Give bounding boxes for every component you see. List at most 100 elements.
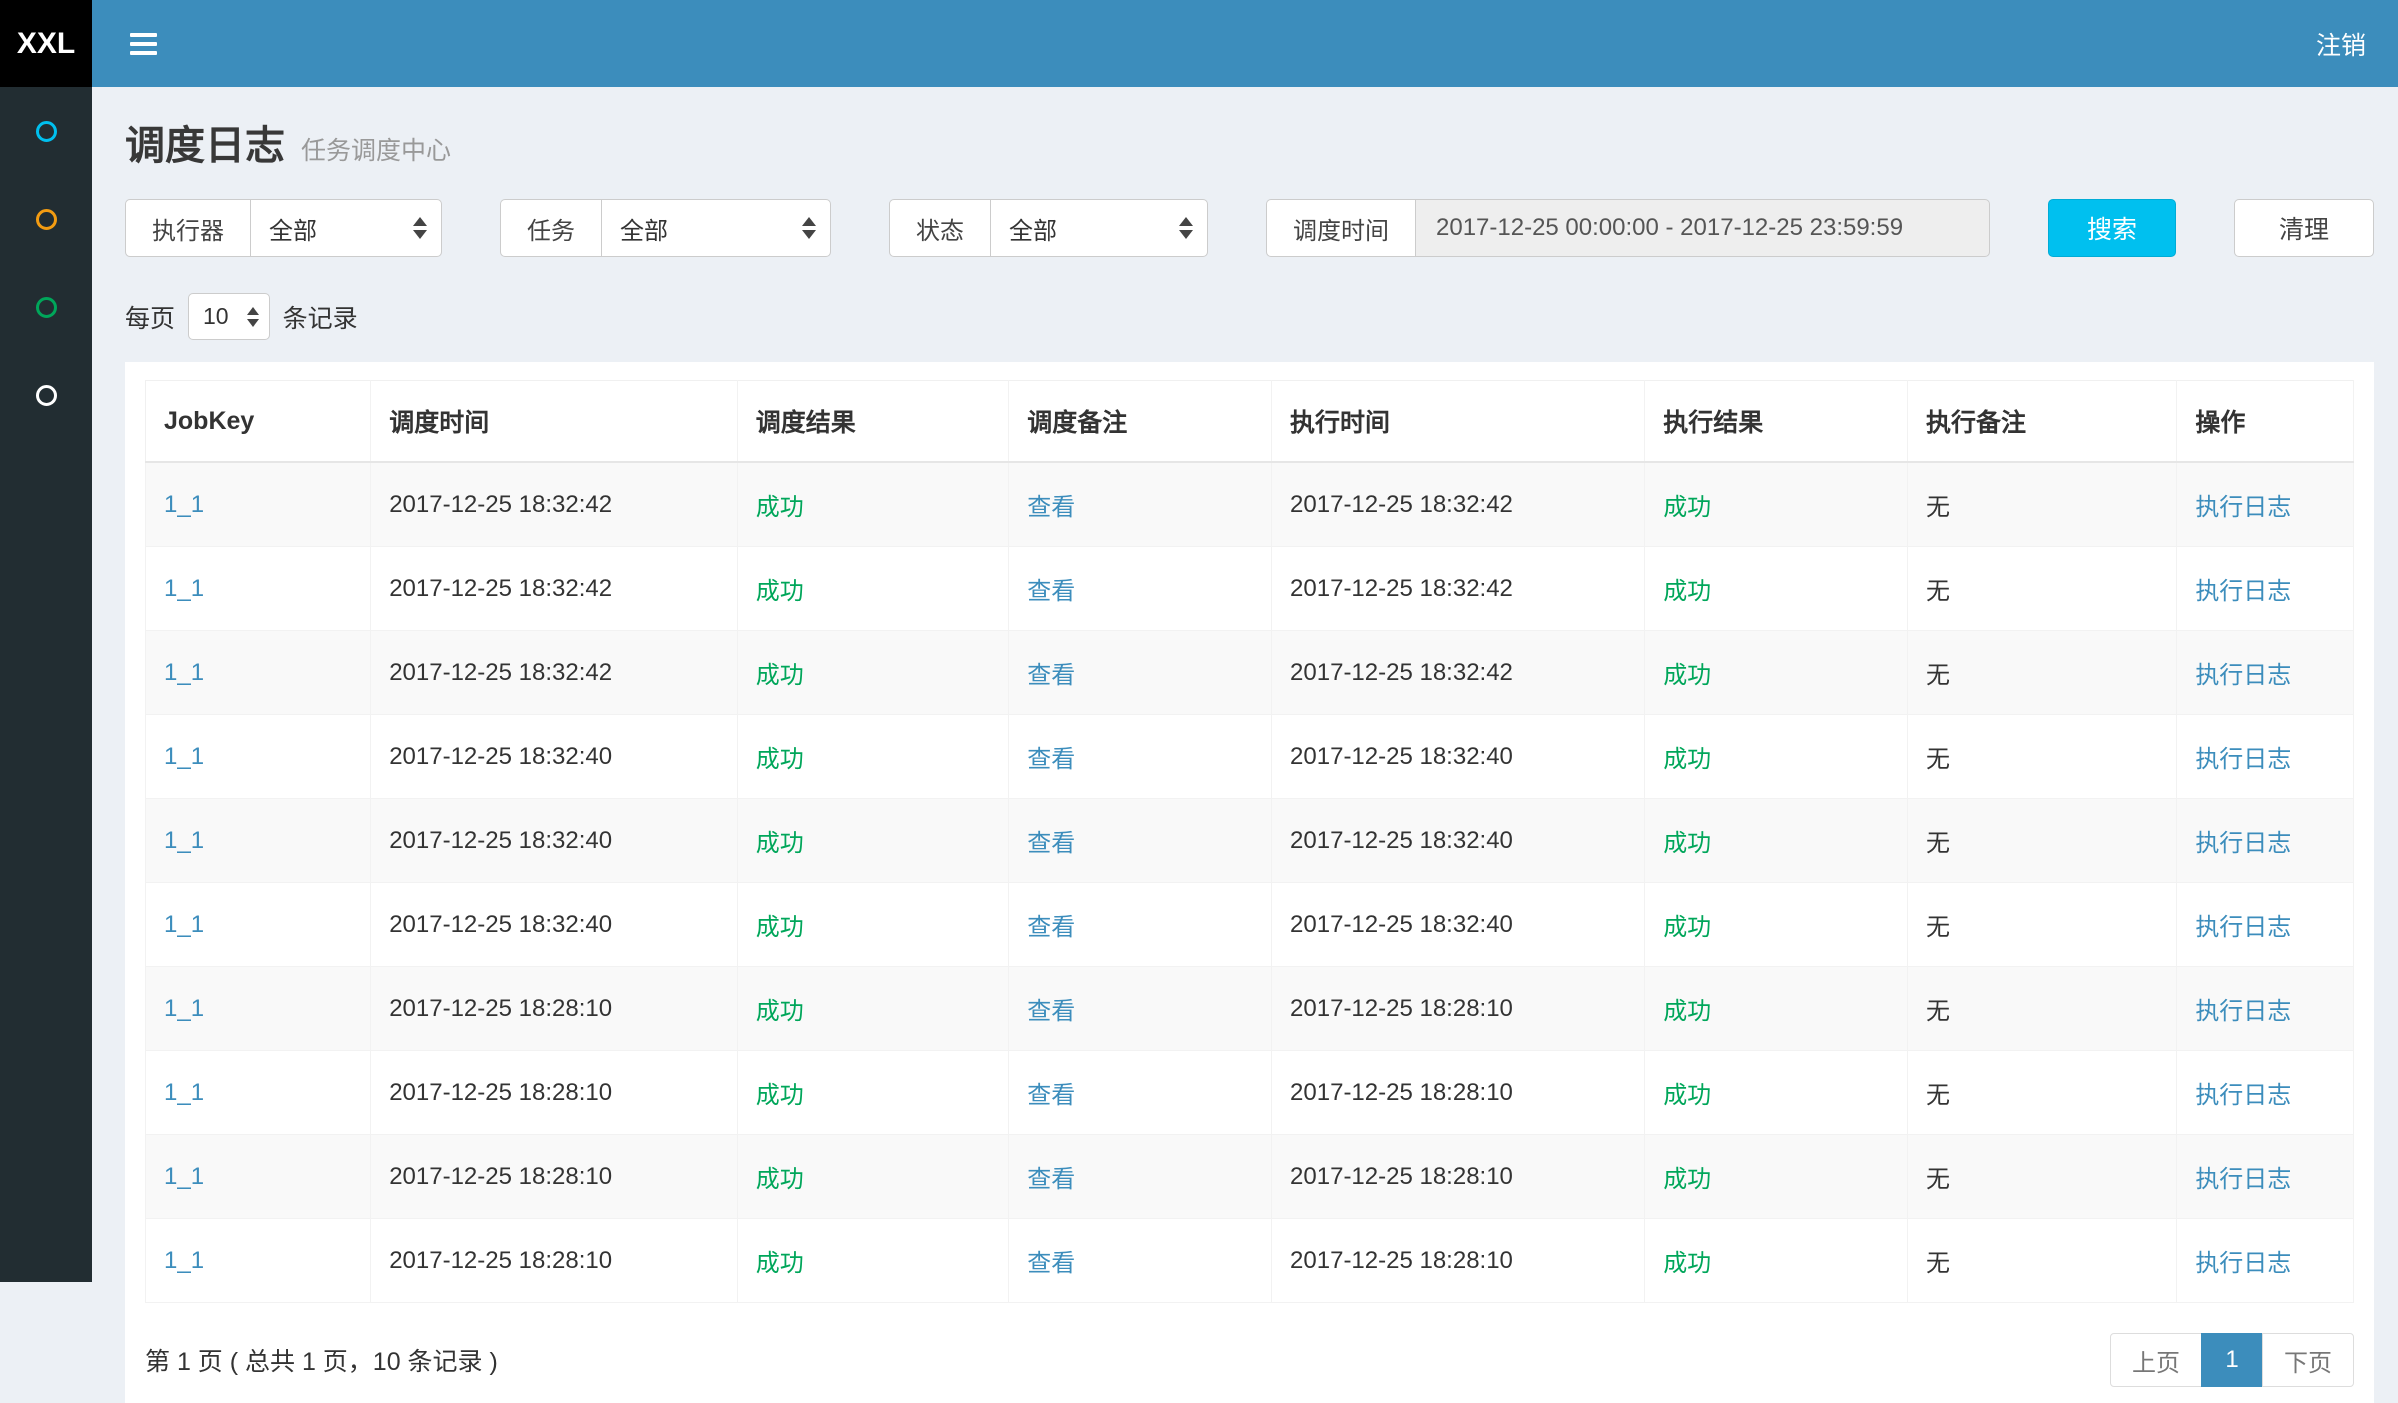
sched-remark-link[interactable]: 查看: [1027, 494, 1075, 521]
sidebar-item-menu-2[interactable]: [0, 175, 92, 263]
jobkey-link[interactable]: 1_1: [164, 491, 204, 518]
main-content: 调度日志 任务调度中心 执行器 全部 任务 全部 状态 全部: [92, 87, 2398, 1403]
sched-remark-link[interactable]: 查看: [1027, 1166, 1075, 1193]
sidebar-item-menu-3[interactable]: [0, 263, 92, 351]
executor-select[interactable]: 全部: [250, 199, 442, 257]
jobkey-link[interactable]: 1_1: [164, 995, 204, 1022]
cell-action: 执行日志: [2177, 715, 2354, 799]
cell-exec-time: 2017-12-25 18:28:10: [1272, 967, 1645, 1051]
jobkey-link[interactable]: 1_1: [164, 1163, 204, 1190]
select-arrows-icon: [802, 217, 816, 239]
cell-exec-remark: 无: [1907, 631, 2176, 715]
search-button[interactable]: 搜索: [2048, 199, 2176, 257]
cell-sched-remark: 查看: [1009, 967, 1272, 1051]
exec-result-text: 成功: [1663, 494, 1711, 521]
log-table-header-row: JobKey调度时间调度结果调度备注执行时间执行结果执行备注操作: [146, 381, 2354, 463]
cell-exec-time: 2017-12-25 18:28:10: [1272, 1219, 1645, 1303]
sched-remark-link[interactable]: 查看: [1027, 662, 1075, 689]
clear-button[interactable]: 清理: [2234, 199, 2374, 257]
exec-log-link[interactable]: 执行日志: [2195, 746, 2291, 773]
column-header: 调度时间: [371, 381, 738, 463]
sched-remark-link[interactable]: 查看: [1027, 914, 1075, 941]
time-range-input[interactable]: [1415, 199, 1990, 257]
hamburger-icon: [130, 33, 157, 55]
column-header: 执行结果: [1645, 381, 1908, 463]
exec-log-link[interactable]: 执行日志: [2195, 578, 2291, 605]
cell-sched-result: 成功: [737, 1051, 1009, 1135]
exec-result-text: 成功: [1663, 746, 1711, 773]
page-size-suffix: 条记录: [283, 299, 358, 335]
next-page-button[interactable]: 下页: [2262, 1333, 2354, 1387]
sched-result-text: 成功: [756, 1250, 804, 1277]
exec-result-text: 成功: [1663, 998, 1711, 1025]
cell-action: 执行日志: [2177, 1219, 2354, 1303]
sidebar-item-menu-1[interactable]: [0, 87, 92, 175]
exec-log-link[interactable]: 执行日志: [2195, 662, 2291, 689]
sched-result-text: 成功: [756, 998, 804, 1025]
sched-remark-link[interactable]: 查看: [1027, 578, 1075, 605]
exec-result-text: 成功: [1663, 578, 1711, 605]
cell-sched-result: 成功: [737, 1219, 1009, 1303]
cell-sched-time: 2017-12-25 18:32:40: [371, 715, 738, 799]
cell-action: 执行日志: [2177, 1051, 2354, 1135]
circle-icon: [36, 209, 57, 230]
job-select[interactable]: 全部: [601, 199, 831, 257]
cell-sched-remark: 查看: [1009, 883, 1272, 967]
cell-sched-result: 成功: [737, 883, 1009, 967]
cell-exec-time: 2017-12-25 18:32:40: [1272, 715, 1645, 799]
cell-exec-remark: 无: [1907, 1135, 2176, 1219]
cell-exec-remark: 无: [1907, 715, 2176, 799]
cell-exec-result: 成功: [1645, 1219, 1908, 1303]
cell-sched-time: 2017-12-25 18:28:10: [371, 1051, 738, 1135]
table-row: 1_1 2017-12-25 18:28:10 成功 查看 2017-12-25…: [146, 1051, 2354, 1135]
job-filter-label: 任务: [500, 199, 601, 257]
status-filter-label: 状态: [889, 199, 990, 257]
page-size-select[interactable]: 10: [188, 293, 270, 340]
top-navbar: XXL 注销: [0, 0, 2398, 87]
exec-log-link[interactable]: 执行日志: [2195, 998, 2291, 1025]
prev-page-button[interactable]: 上页: [2110, 1333, 2202, 1387]
jobkey-link[interactable]: 1_1: [164, 575, 204, 602]
jobkey-link[interactable]: 1_1: [164, 659, 204, 686]
jobkey-link[interactable]: 1_1: [164, 827, 204, 854]
sched-remark-link[interactable]: 查看: [1027, 1250, 1075, 1277]
sidebar-toggle-button[interactable]: [126, 25, 161, 63]
column-header: 调度结果: [737, 381, 1009, 463]
logout-link[interactable]: 注销: [2316, 26, 2366, 62]
exec-log-link[interactable]: 执行日志: [2195, 830, 2291, 857]
cell-exec-time: 2017-12-25 18:28:10: [1272, 1051, 1645, 1135]
app-logo[interactable]: XXL: [0, 0, 92, 87]
sched-remark-link[interactable]: 查看: [1027, 998, 1075, 1025]
sidebar: [0, 87, 92, 1282]
status-select[interactable]: 全部: [990, 199, 1208, 257]
cell-exec-result: 成功: [1645, 883, 1908, 967]
cell-exec-remark: 无: [1907, 799, 2176, 883]
jobkey-link[interactable]: 1_1: [164, 1247, 204, 1274]
cell-sched-time: 2017-12-25 18:32:42: [371, 462, 738, 547]
jobkey-link[interactable]: 1_1: [164, 1079, 204, 1106]
exec-log-link[interactable]: 执行日志: [2195, 494, 2291, 521]
table-row: 1_1 2017-12-25 18:28:10 成功 查看 2017-12-25…: [146, 967, 2354, 1051]
cell-exec-result: 成功: [1645, 799, 1908, 883]
table-row: 1_1 2017-12-25 18:32:42 成功 查看 2017-12-25…: [146, 547, 2354, 631]
exec-log-link[interactable]: 执行日志: [2195, 914, 2291, 941]
cell-exec-result: 成功: [1645, 462, 1908, 547]
jobkey-link[interactable]: 1_1: [164, 743, 204, 770]
sched-remark-link[interactable]: 查看: [1027, 1082, 1075, 1109]
exec-result-text: 成功: [1663, 1082, 1711, 1109]
exec-log-link[interactable]: 执行日志: [2195, 1250, 2291, 1277]
cell-sched-time: 2017-12-25 18:28:10: [371, 967, 738, 1051]
jobkey-link[interactable]: 1_1: [164, 911, 204, 938]
exec-log-link[interactable]: 执行日志: [2195, 1082, 2291, 1109]
page-header: 调度日志 任务调度中心: [125, 107, 2374, 175]
sidebar-item-menu-4[interactable]: [0, 351, 92, 439]
exec-log-link[interactable]: 执行日志: [2195, 1166, 2291, 1193]
sched-remark-link[interactable]: 查看: [1027, 746, 1075, 773]
cell-exec-remark: 无: [1907, 1051, 2176, 1135]
sched-result-text: 成功: [756, 914, 804, 941]
page-number-button[interactable]: 1: [2201, 1333, 2263, 1387]
cell-exec-time: 2017-12-25 18:32:40: [1272, 799, 1645, 883]
cell-exec-result: 成功: [1645, 547, 1908, 631]
time-filter-label: 调度时间: [1266, 199, 1415, 257]
sched-remark-link[interactable]: 查看: [1027, 830, 1075, 857]
